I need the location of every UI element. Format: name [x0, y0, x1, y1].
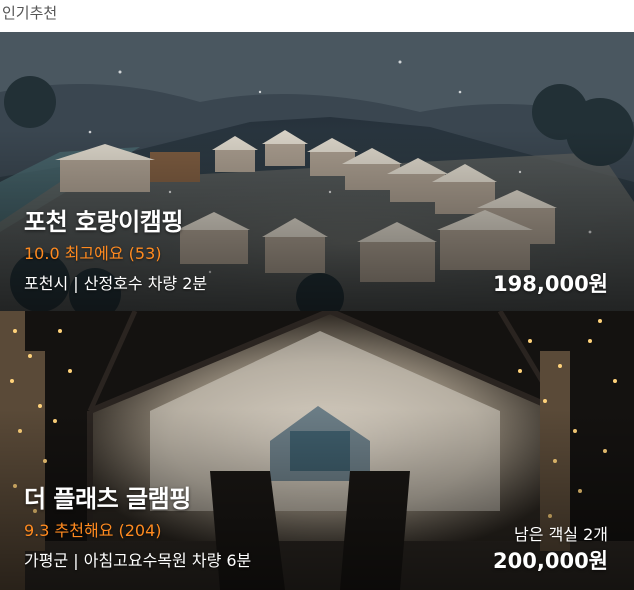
listing-location: 포천시 | 산정호수 차량 2분 [24, 274, 208, 293]
listing-name: 더 플래츠 글램핑 [24, 485, 191, 513]
listing-card-the-flats[interactable]: 더 플래츠 글램핑 9.3 추천해요 (204) 가평군 | 아침고요수목원 차… [0, 311, 634, 590]
listing-name: 포천 호랑이캠핑 [24, 208, 183, 236]
listing-price: 200,000원 [493, 549, 608, 573]
listing-price: 198,000원 [493, 272, 608, 296]
listing-location: 가평군 | 아침고요수목원 차량 6분 [24, 551, 252, 570]
listing-card-pocheon[interactable]: 포천 호랑이캠핑 10.0 최고에요 (53) 포천시 | 산정호수 차량 2분… [0, 32, 634, 311]
listing-rating: 9.3 추천해요 (204) [24, 521, 162, 540]
section-title: 인기추천 [0, 0, 634, 32]
rooms-remaining: 남은 객실 2개 [514, 525, 608, 544]
listing-rating: 10.0 최고에요 (53) [24, 244, 162, 263]
